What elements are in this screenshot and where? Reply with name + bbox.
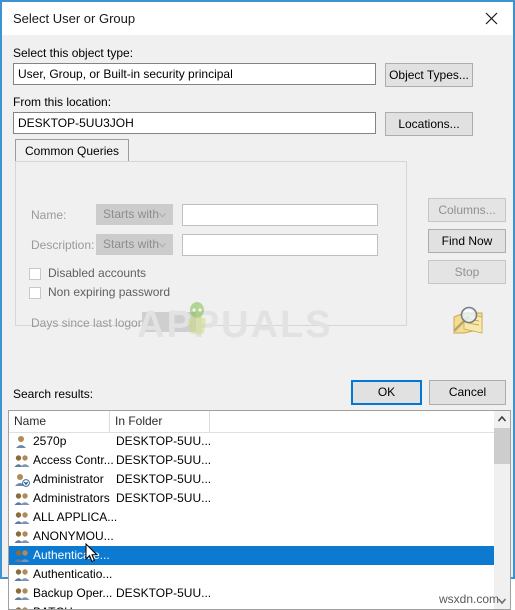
group-icon bbox=[14, 512, 30, 524]
result-name: ALL APPLICA... bbox=[33, 510, 118, 524]
query-name-input[interactable] bbox=[182, 204, 378, 226]
column-header-in-folder[interactable]: In Folder bbox=[110, 411, 210, 432]
table-row[interactable]: ANONYMOU... bbox=[9, 527, 510, 546]
group-icon bbox=[14, 550, 30, 562]
select-user-or-group-dialog: Select User or Group Select this object … bbox=[0, 0, 515, 610]
ok-button[interactable]: OK bbox=[351, 380, 422, 405]
result-name: 2570p bbox=[33, 434, 67, 448]
query-name-label: Name: bbox=[31, 208, 67, 222]
result-folder: DESKTOP-5UU... bbox=[116, 472, 212, 486]
object-types-button[interactable]: Object Types... bbox=[385, 63, 473, 87]
group-icon bbox=[15, 607, 28, 609]
result-name: Authenticate... bbox=[33, 548, 110, 562]
close-icon bbox=[485, 12, 498, 25]
result-name: Authenticatio... bbox=[33, 567, 113, 581]
search-results-label: Search results: bbox=[13, 387, 94, 401]
result-folder: DESKTOP-5UU... bbox=[116, 434, 212, 448]
column-header-name[interactable]: Name bbox=[9, 411, 110, 432]
group-icon bbox=[14, 588, 30, 600]
chevron-down-icon bbox=[159, 243, 166, 248]
results-scrollbar[interactable] bbox=[494, 411, 510, 609]
result-name: Access Contr... bbox=[33, 453, 114, 467]
non-expiring-password-label: Non expiring password bbox=[48, 285, 171, 299]
table-row[interactable]: Backup Oper... DESKTOP-5UU... bbox=[9, 584, 510, 603]
from-location-input[interactable]: DESKTOP-5UU3JOH bbox=[13, 112, 376, 134]
query-name-operator-select[interactable]: Starts with bbox=[96, 204, 173, 225]
group-icon bbox=[14, 569, 30, 581]
result-name: ANONYMOU... bbox=[33, 529, 114, 543]
window-title: Select User or Group bbox=[13, 11, 136, 26]
group-icon bbox=[14, 531, 30, 543]
locations-button[interactable]: Locations... bbox=[385, 112, 473, 136]
tab-strip: Common Queries bbox=[15, 139, 407, 162]
search-results-list[interactable]: Name In Folder 2570p DESKTOP-5UU... Access… bbox=[8, 410, 511, 610]
table-row[interactable]: Administrator DESKTOP-5UU... bbox=[9, 470, 510, 489]
result-name: Backup Oper... bbox=[33, 586, 113, 600]
wsxdn-watermark: wsxdn.com bbox=[439, 592, 500, 606]
result-folder: DESKTOP-5UU... bbox=[116, 586, 212, 600]
chevron-down-icon bbox=[159, 213, 166, 218]
object-type-label: Select this object type: bbox=[13, 46, 134, 60]
scroll-up-button[interactable] bbox=[494, 411, 510, 428]
group-icon bbox=[14, 455, 30, 467]
result-name: Administrators bbox=[33, 491, 110, 505]
appuals-watermark: APPUALS bbox=[137, 304, 333, 346]
chevron-up-icon bbox=[497, 415, 507, 422]
query-name-operator-value: Starts with bbox=[103, 207, 160, 221]
table-row[interactable]: 2570p DESKTOP-5UU... bbox=[9, 432, 510, 451]
tab-common-queries[interactable]: Common Queries bbox=[15, 139, 130, 162]
table-row[interactable]: Administrators DESKTOP-5UU... bbox=[9, 489, 510, 508]
query-description-label: Description: bbox=[31, 238, 95, 252]
group-icon bbox=[14, 493, 30, 505]
find-now-button[interactable]: Find Now bbox=[428, 229, 506, 253]
cancel-button[interactable]: Cancel bbox=[429, 380, 506, 405]
table-row[interactable]: BATCH bbox=[9, 603, 510, 609]
result-name: BATCH bbox=[33, 603, 73, 609]
table-row[interactable]: Access Contr... DESKTOP-5UU... bbox=[9, 451, 510, 470]
title-bar: Select User or Group bbox=[2, 2, 513, 35]
result-folder: DESKTOP-5UU... bbox=[116, 453, 212, 467]
query-description-operator-value: Starts with bbox=[103, 237, 160, 251]
result-folder: DESKTOP-5UU... bbox=[116, 491, 212, 505]
non-expiring-password-checkbox[interactable] bbox=[29, 287, 41, 299]
from-location-label: From this location: bbox=[13, 95, 112, 109]
columns-button[interactable]: Columns... bbox=[428, 198, 506, 222]
table-row[interactable]: Authenticate... bbox=[9, 546, 510, 565]
result-name: Administrator bbox=[33, 472, 104, 486]
user-arrow-icon bbox=[15, 474, 30, 487]
disabled-accounts-checkbox[interactable] bbox=[29, 268, 41, 280]
scroll-thumb[interactable] bbox=[494, 428, 510, 464]
disabled-accounts-label: Disabled accounts bbox=[48, 266, 147, 280]
table-row[interactable]: Authenticatio... bbox=[9, 565, 510, 584]
object-type-input[interactable]: User, Group, or Built-in security princi… bbox=[13, 63, 376, 85]
close-button[interactable] bbox=[469, 2, 513, 33]
days-since-logon-label: Days since last logon: bbox=[31, 316, 148, 330]
table-row[interactable]: ALL APPLICA... bbox=[9, 508, 510, 527]
results-column-header: Name In Folder bbox=[9, 411, 510, 433]
results-rows-container: 2570p DESKTOP-5UU... Access Contr... DESKTO… bbox=[9, 432, 510, 609]
user-icon bbox=[16, 436, 26, 448]
query-description-input[interactable] bbox=[182, 234, 378, 256]
query-description-operator-select[interactable]: Starts with bbox=[96, 234, 173, 255]
appuals-logo-icon bbox=[188, 302, 206, 335]
magnifier-folder-icon bbox=[453, 306, 483, 334]
dialog-body: Select this object type: User, Group, or… bbox=[2, 35, 513, 610]
stop-button[interactable]: Stop bbox=[428, 260, 506, 284]
